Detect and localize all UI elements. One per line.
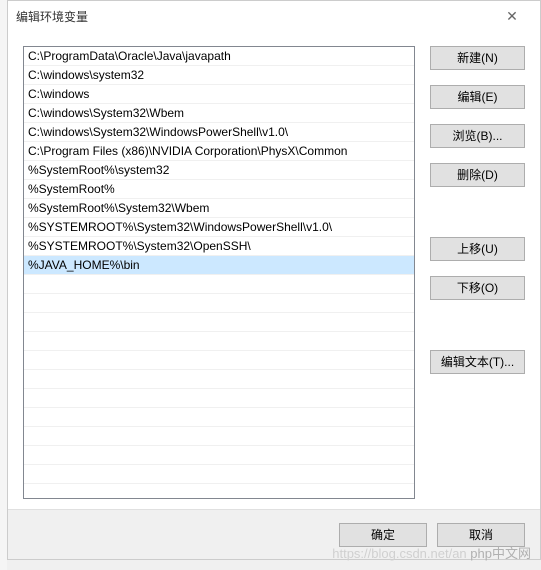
- close-button[interactable]: ✕: [492, 1, 532, 31]
- dialog-body: C:\ProgramData\Oracle\Java\javapathC:\wi…: [8, 31, 540, 509]
- ok-button[interactable]: 确定: [339, 523, 427, 547]
- list-item[interactable]: C:\ProgramData\Oracle\Java\javapath: [24, 47, 414, 66]
- list-item[interactable]: [24, 275, 414, 294]
- list-item[interactable]: %SYSTEMROOT%\System32\OpenSSH\: [24, 237, 414, 256]
- list-item[interactable]: %SystemRoot%: [24, 180, 414, 199]
- dialog-footer: 确定 取消: [8, 509, 540, 559]
- side-buttons: 新建(N) 编辑(E) 浏览(B)... 删除(D) 上移(U) 下移(O) 编…: [430, 46, 525, 499]
- path-list-container: C:\ProgramData\Oracle\Java\javapathC:\wi…: [23, 46, 415, 499]
- list-item[interactable]: [24, 332, 414, 351]
- list-item[interactable]: [24, 446, 414, 465]
- list-item[interactable]: C:\windows: [24, 85, 414, 104]
- list-item[interactable]: [24, 351, 414, 370]
- list-item[interactable]: %JAVA_HOME%\bin: [24, 256, 414, 275]
- dialog-edit-env-var: 编辑环境变量 ✕ C:\ProgramData\Oracle\Java\java…: [7, 0, 541, 560]
- list-item[interactable]: C:\Program Files (x86)\NVIDIA Corporatio…: [24, 142, 414, 161]
- edit-button[interactable]: 编辑(E): [430, 85, 525, 109]
- browse-button[interactable]: 浏览(B)...: [430, 124, 525, 148]
- close-icon: ✕: [506, 8, 518, 25]
- list-item[interactable]: [24, 313, 414, 332]
- list-item[interactable]: %SystemRoot%\system32: [24, 161, 414, 180]
- list-item[interactable]: [24, 465, 414, 484]
- new-button[interactable]: 新建(N): [430, 46, 525, 70]
- list-item[interactable]: [24, 294, 414, 313]
- list-item[interactable]: [24, 408, 414, 427]
- list-item[interactable]: C:\windows\System32\Wbem: [24, 104, 414, 123]
- titlebar-text: 编辑环境变量: [16, 8, 492, 25]
- move-down-button[interactable]: 下移(O): [430, 276, 525, 300]
- move-up-button[interactable]: 上移(U): [430, 237, 525, 261]
- list-item[interactable]: [24, 389, 414, 408]
- list-item[interactable]: [24, 370, 414, 389]
- delete-button[interactable]: 删除(D): [430, 163, 525, 187]
- list-item[interactable]: %SYSTEMROOT%\System32\WindowsPowerShell\…: [24, 218, 414, 237]
- list-item[interactable]: %SystemRoot%\System32\Wbem: [24, 199, 414, 218]
- cancel-button[interactable]: 取消: [437, 523, 525, 547]
- edit-text-button[interactable]: 编辑文本(T)...: [430, 350, 525, 374]
- list-item[interactable]: C:\windows\system32: [24, 66, 414, 85]
- path-list[interactable]: C:\ProgramData\Oracle\Java\javapathC:\wi…: [24, 47, 414, 498]
- list-item[interactable]: [24, 427, 414, 446]
- titlebar: 编辑环境变量 ✕: [8, 1, 540, 31]
- background-edge: [0, 0, 7, 570]
- list-item[interactable]: C:\windows\System32\WindowsPowerShell\v1…: [24, 123, 414, 142]
